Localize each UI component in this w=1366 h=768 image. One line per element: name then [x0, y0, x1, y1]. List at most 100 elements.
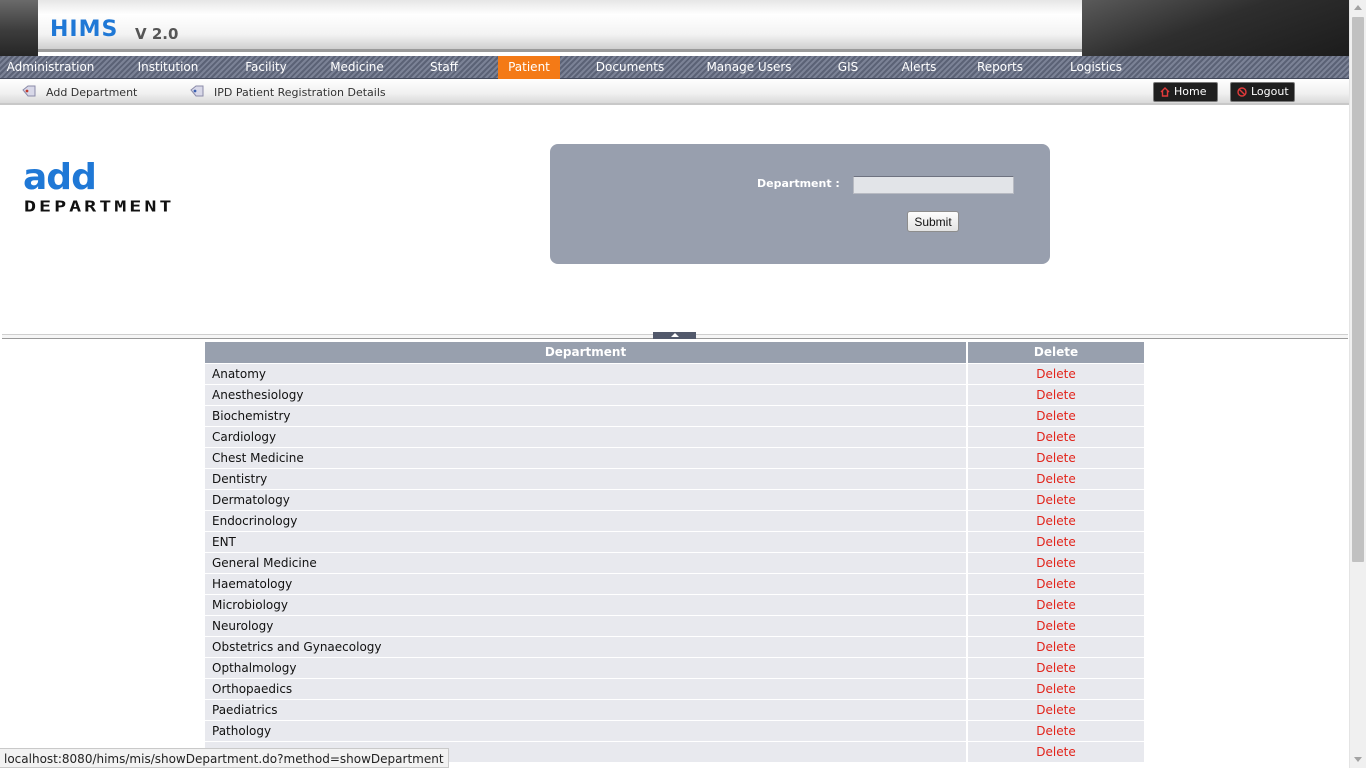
table-row: Paediatrics Delete [205, 698, 1144, 720]
table-row: Chest Medicine Delete [205, 446, 1144, 468]
page: HIMS V 2.0 Administration Institution Fa… [0, 0, 1366, 768]
scroll-up-icon[interactable] [1354, 5, 1362, 10]
delete-link[interactable]: Delete [967, 488, 1144, 510]
page-logo-add: add [23, 157, 97, 198]
department-name-cell: Dermatology [205, 488, 968, 510]
column-header-department: Department [205, 342, 968, 363]
delete-link[interactable]: Delete [967, 656, 1144, 678]
department-name-cell: Paediatrics [205, 698, 968, 720]
tag-icon [190, 85, 204, 97]
department-name-cell: ENT [205, 530, 968, 552]
table-row: General Medicine Delete [205, 551, 1144, 573]
header: HIMS V 2.0 [0, 0, 1349, 56]
nav-logistics[interactable]: Logistics [1062, 56, 1130, 79]
home-icon [1160, 87, 1170, 97]
delete-link[interactable]: Delete [967, 362, 1144, 384]
scrollbar-thumb[interactable] [1352, 17, 1364, 562]
nav-documents[interactable]: Documents [590, 56, 670, 79]
nav-medicine[interactable]: Medicine [323, 56, 391, 79]
table-row: Anatomy Delete [205, 362, 1144, 384]
tag-icon [22, 85, 36, 97]
department-name-cell: General Medicine [205, 551, 968, 573]
table-row: Dermatology Delete [205, 488, 1144, 510]
header-right-decoration [1082, 0, 1349, 56]
delete-link[interactable]: Delete [967, 572, 1144, 594]
department-name-cell: Obstetrics and Gynaecology [205, 635, 968, 657]
nav-administration[interactable]: Administration [0, 56, 101, 79]
delete-link[interactable]: Delete [967, 425, 1144, 447]
app-title: HIMS [50, 17, 119, 42]
delete-link[interactable]: Delete [967, 740, 1144, 762]
delete-link[interactable]: Delete [967, 383, 1144, 405]
nav-gis[interactable]: GIS [828, 56, 868, 79]
delete-link[interactable]: Delete [967, 509, 1144, 531]
logout-button[interactable]: Logout [1230, 82, 1295, 102]
delete-link[interactable]: Delete [967, 593, 1144, 615]
table-row: Anesthesiology Delete [205, 383, 1144, 405]
table-row: Orthopaedics Delete [205, 677, 1144, 699]
page-logo-department: DEPARTMENT [24, 197, 175, 216]
home-label: Home [1174, 85, 1207, 98]
department-name-cell: Opthalmology [205, 656, 968, 678]
submit-button[interactable]: Submit [907, 211, 959, 232]
nav-reports[interactable]: Reports [970, 56, 1030, 79]
nav-staff[interactable]: Staff [420, 56, 468, 79]
delete-link[interactable]: Delete [967, 530, 1144, 552]
home-button[interactable]: Home [1153, 82, 1218, 102]
department-name-cell: Orthopaedics [205, 677, 968, 699]
sub-link-add-department[interactable]: Add Department [46, 79, 137, 105]
table-row: Microbiology Delete [205, 593, 1144, 615]
table-header-row: Department Delete [205, 342, 1144, 363]
department-name-cell: Anesthesiology [205, 383, 968, 405]
app-version: V 2.0 [135, 25, 179, 43]
department-table: Department Delete Anatomy Delete Anesthesi… [205, 342, 1144, 762]
scroll-down-icon[interactable] [1354, 757, 1362, 762]
department-name-cell: Chest Medicine [205, 446, 968, 468]
delete-link[interactable]: Delete [967, 677, 1144, 699]
department-name-cell: Neurology [205, 614, 968, 636]
header-banner [38, 0, 1082, 52]
nav-manage-users[interactable]: Manage Users [700, 56, 798, 79]
table-row: Opthalmology Delete [205, 656, 1144, 678]
nav-patient[interactable]: Patient [498, 56, 560, 79]
department-name-cell: Biochemistry [205, 404, 968, 426]
main-nav: Administration Institution Facility Medi… [0, 56, 1349, 79]
column-header-delete: Delete [967, 342, 1144, 363]
logout-label: Logout [1251, 85, 1289, 98]
nav-facility[interactable]: Facility [236, 56, 296, 79]
department-label: Department : [757, 177, 840, 190]
table-row: Biochemistry Delete [205, 404, 1144, 426]
department-name-cell: Cardiology [205, 425, 968, 447]
delete-link[interactable]: Delete [967, 446, 1144, 468]
nav-alerts[interactable]: Alerts [894, 56, 944, 79]
vertical-scrollbar[interactable] [1349, 0, 1366, 768]
table-row: Endocrinology Delete [205, 509, 1144, 531]
collapse-toggle-icon[interactable] [653, 332, 696, 339]
table-row: Obstetrics and Gynaecology Delete [205, 635, 1144, 657]
delete-link[interactable]: Delete [967, 698, 1144, 720]
table-row: Neurology Delete [205, 614, 1144, 636]
department-name-cell: Endocrinology [205, 509, 968, 531]
sub-link-ipd-registration[interactable]: IPD Patient Registration Details [214, 79, 386, 105]
department-input[interactable] [853, 176, 1014, 194]
delete-link[interactable]: Delete [967, 719, 1144, 741]
header-left-decoration [0, 0, 38, 56]
nav-institution[interactable]: Institution [128, 56, 208, 79]
table-row: Dentistry Delete [205, 467, 1144, 489]
delete-link[interactable]: Delete [967, 635, 1144, 657]
delete-link[interactable]: Delete [967, 404, 1144, 426]
delete-link[interactable]: Delete [967, 614, 1144, 636]
department-name-cell: Dentistry [205, 467, 968, 489]
table-row: ENT Delete [205, 530, 1144, 552]
table-row: Cardiology Delete [205, 425, 1144, 447]
logout-icon [1237, 87, 1247, 97]
sub-nav: Add Department IPD Patient Registration … [0, 79, 1349, 105]
status-bar-url: localhost:8080/hims/mis/showDepartment.d… [0, 748, 449, 768]
table-body: Anatomy Delete Anesthesiology Delete Biochem… [205, 362, 1144, 762]
table-row: Pathology Delete [205, 719, 1144, 741]
department-name-cell: Anatomy [205, 362, 968, 384]
delete-link[interactable]: Delete [967, 467, 1144, 489]
department-name-cell: Microbiology [205, 593, 968, 615]
delete-link[interactable]: Delete [967, 551, 1144, 573]
department-name-cell: Pathology [205, 719, 968, 741]
